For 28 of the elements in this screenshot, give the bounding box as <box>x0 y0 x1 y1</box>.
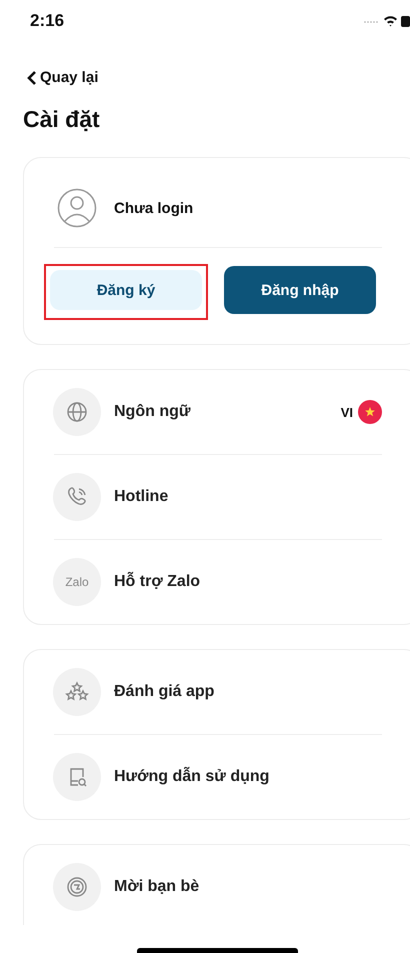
login-button[interactable]: Đăng nhập <box>224 266 376 314</box>
settings-item[interactable]: Zalo Hỗ trợ Zalo <box>24 540 410 624</box>
settings-item[interactable]: Hotline <box>24 455 410 539</box>
settings-item[interactable]: Ngôn ngữ VI <box>24 370 410 454</box>
account-status: Chưa login <box>114 200 194 216</box>
stars-icon <box>53 668 101 716</box>
language-code: VI <box>340 404 353 420</box>
back-button[interactable]: Quay lại <box>27 69 98 86</box>
item-label: Ngôn ngữ <box>114 403 192 421</box>
phone-icon <box>53 473 101 521</box>
item-label: Hỗ trợ Zalo <box>114 573 202 591</box>
user-avatar-icon <box>57 188 97 228</box>
settings-item[interactable]: Đánh giá app <box>24 650 410 734</box>
page-title: Cài đặt <box>23 106 101 133</box>
item-label: Hướng dẫn sử dụng <box>114 768 270 786</box>
settings-item[interactable]: Mời bạn bè <box>24 845 410 925</box>
register-button[interactable]: Đăng ký <box>50 270 202 310</box>
book-search-icon <box>53 753 101 801</box>
status-time: 2:16 <box>30 11 64 31</box>
chevron-left-icon <box>27 70 37 84</box>
settings-item[interactable]: Hướng dẫn sử dụng <box>24 735 410 819</box>
share-icon <box>53 863 101 911</box>
item-label: Hotline <box>114 488 170 506</box>
globe-icon <box>53 388 101 436</box>
item-label: Mời bạn bè <box>114 878 200 896</box>
zalo-icon: Zalo <box>53 558 101 606</box>
item-label: Đánh giá app <box>114 683 216 701</box>
flag-icon <box>358 400 382 424</box>
